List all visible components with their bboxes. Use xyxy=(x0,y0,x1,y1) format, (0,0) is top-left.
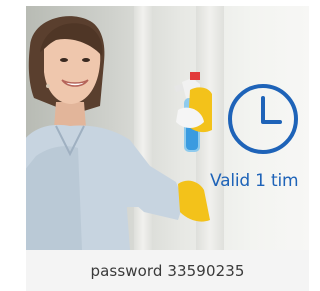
product-card[interactable]: Valid 1 tim password 33590235 xyxy=(0,0,309,291)
glove-lower xyxy=(178,180,210,222)
clock-icon xyxy=(228,84,298,154)
shirt-shadow xyxy=(26,146,82,250)
caption-bar: password 33590235 xyxy=(26,250,309,291)
password-label: password 33590235 xyxy=(90,261,245,280)
product-image[interactable]: Valid 1 tim xyxy=(26,6,309,250)
neck xyxy=(54,102,86,128)
validity-label: Valid 1 tim xyxy=(210,171,299,191)
